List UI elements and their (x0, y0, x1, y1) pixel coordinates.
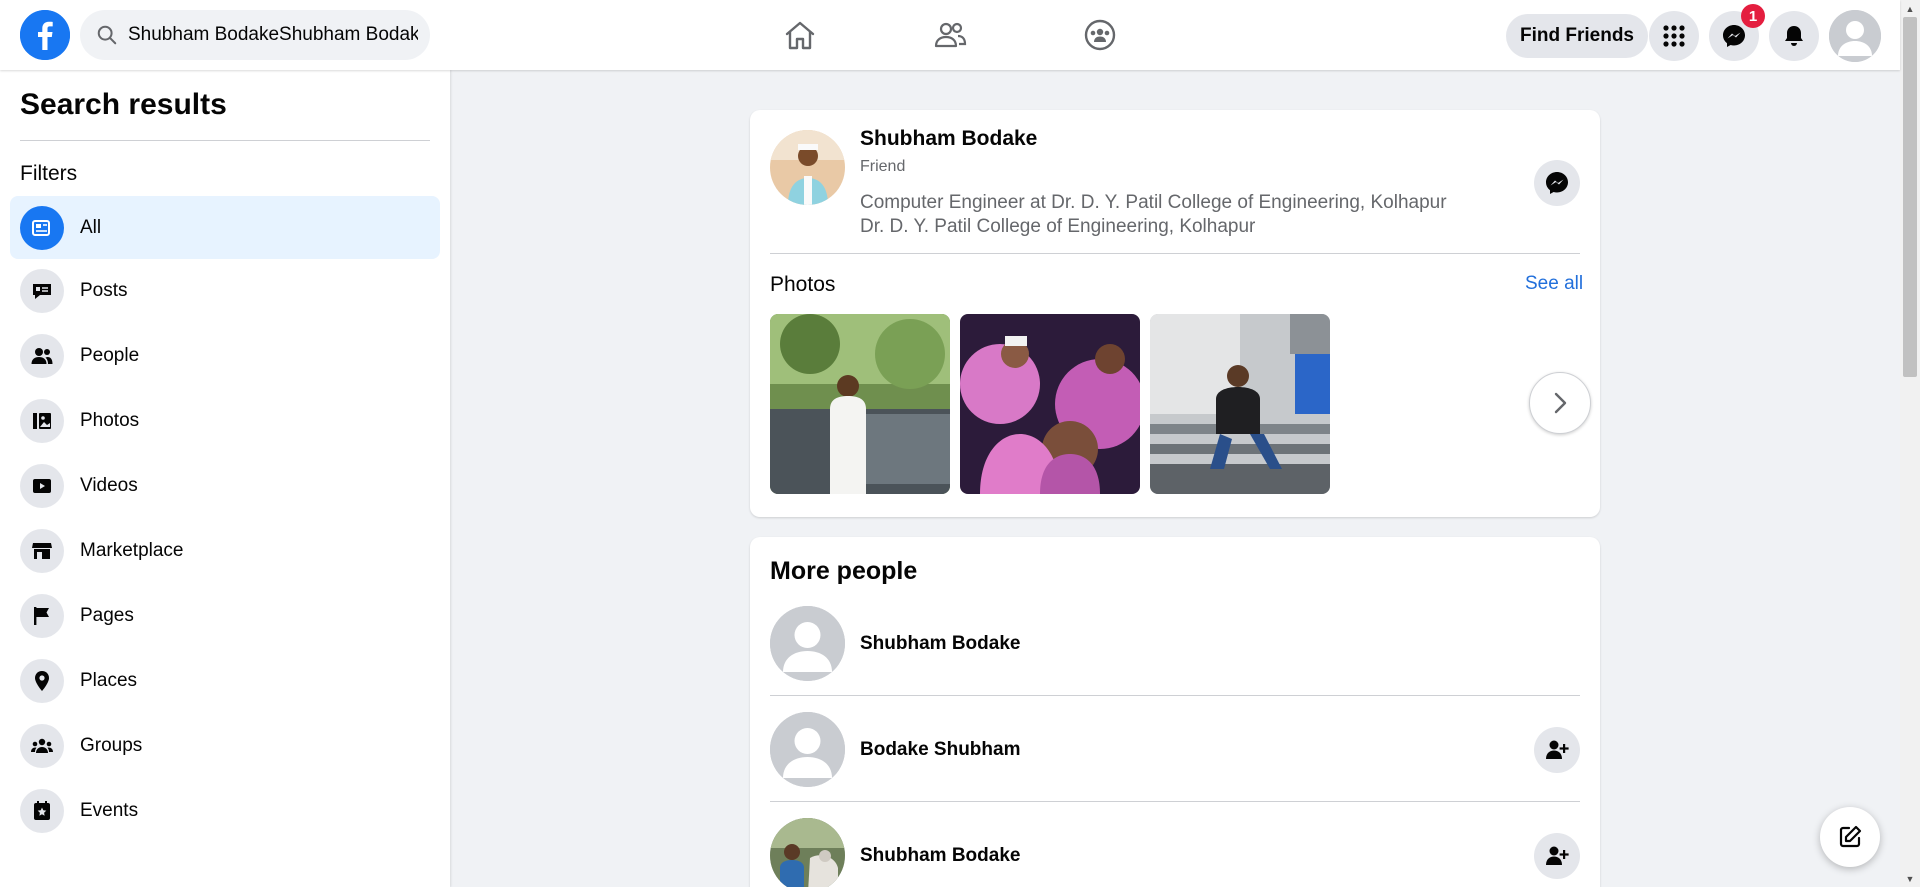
search-bar[interactable] (80, 10, 430, 60)
profile-work: Computer Engineer at Dr. D. Y. Patil Col… (860, 192, 1447, 213)
groups-icon (20, 723, 64, 768)
person-avatar[interactable] (770, 606, 845, 681)
find-friends-button[interactable]: Find Friends (1506, 14, 1648, 58)
photos-section-title: Photos (770, 273, 836, 296)
relationship-label: Friend (860, 158, 906, 175)
filter-label: Groups (80, 734, 143, 756)
compose-icon (1839, 825, 1862, 848)
more-people-title: More people (770, 557, 918, 585)
row-divider (770, 695, 1580, 696)
person-name[interactable]: Shubham Bodake (860, 633, 1020, 655)
sidebar-divider (20, 140, 430, 141)
person-avatar[interactable] (770, 818, 845, 887)
person-result-row[interactable]: Bodake Shubham (770, 712, 1580, 818)
person-result-row[interactable]: Shubham Bodake (770, 818, 1580, 887)
add-friend-button[interactable] (1534, 833, 1580, 879)
default-avatar-icon (770, 712, 845, 787)
scrollbar-thumb[interactable] (1903, 17, 1917, 377)
new-message-button[interactable] (1820, 807, 1880, 867)
filter-label: Places (80, 669, 138, 691)
photo-thumbnail[interactable] (770, 314, 950, 494)
groups-icon[interactable] (1079, 14, 1121, 56)
chevron-right-icon (1554, 392, 1567, 414)
filter-label: Marketplace (80, 539, 184, 561)
people-icon (20, 333, 64, 378)
places-pin-icon (20, 658, 64, 703)
filter-item-videos[interactable]: Videos (10, 454, 440, 517)
scroll-up-arrow-icon[interactable]: ▲ (1900, 0, 1920, 17)
photos-icon (20, 398, 64, 443)
scroll-down-arrow-icon[interactable]: ▼ (1900, 870, 1920, 887)
filter-label: Videos (80, 474, 138, 496)
friends-icon[interactable] (929, 14, 971, 56)
person-name[interactable]: Shubham Bodake (860, 845, 1020, 867)
notifications-icon (1785, 26, 1803, 46)
messenger-notification-badge: 1 (1741, 4, 1765, 28)
search-filters-sidebar: Search results Filters All Posts People … (0, 70, 450, 887)
row-divider (770, 801, 1580, 802)
photo-thumbnail[interactable] (960, 314, 1140, 494)
profile-name[interactable]: Shubham Bodake (860, 127, 1037, 151)
default-avatar-icon (770, 606, 845, 681)
add-friend-button[interactable] (1534, 727, 1580, 773)
filter-label: People (80, 344, 140, 366)
videos-icon (20, 463, 64, 508)
notifications-button[interactable] (1769, 11, 1819, 61)
menu-grid-button[interactable] (1649, 11, 1699, 61)
home-icon[interactable] (779, 14, 821, 56)
more-people-card: More people Shubham Bodake Bodake Shubha… (750, 537, 1600, 887)
filter-item-events[interactable]: Events (10, 779, 440, 842)
filter-label: Photos (80, 409, 140, 431)
add-friend-icon (1546, 846, 1569, 865)
facebook-logo[interactable] (20, 10, 70, 60)
filter-label: Events (80, 799, 139, 821)
filter-item-posts[interactable]: Posts (10, 259, 440, 322)
see-all-link[interactable]: See all (1525, 273, 1583, 295)
pages-flag-icon (20, 593, 64, 638)
filter-item-groups[interactable]: Groups (10, 714, 440, 777)
person-avatar[interactable] (770, 712, 845, 787)
messenger-icon (1723, 25, 1745, 47)
default-avatar-icon (1829, 10, 1881, 62)
filter-item-all[interactable]: All (10, 196, 440, 259)
photo-thumbnail[interactable] (1150, 314, 1330, 494)
add-friend-icon (1546, 740, 1569, 759)
filter-item-pages[interactable]: Pages (10, 584, 440, 647)
all-results-icon (20, 205, 64, 250)
events-icon (20, 788, 64, 833)
top-result-card: Shubham Bodake Friend Computer Engineer … (750, 110, 1600, 517)
search-icon (97, 25, 117, 45)
messenger-icon (1546, 172, 1568, 194)
filters-label: Filters (20, 162, 78, 185)
top-navigation-bar: Find Friends 1 (0, 0, 1900, 70)
account-avatar[interactable] (1829, 10, 1881, 62)
menu-grid-icon (1663, 25, 1685, 47)
filter-item-marketplace[interactable]: Marketplace (10, 519, 440, 582)
card-divider (770, 253, 1580, 254)
person-name[interactable]: Bodake Shubham (860, 739, 1020, 761)
filter-label: Pages (80, 604, 134, 626)
filter-item-places[interactable]: Places (10, 649, 440, 712)
filter-label: Posts (80, 279, 128, 301)
profile-education: Dr. D. Y. Patil College of Engineering, … (860, 216, 1256, 237)
filter-item-people[interactable]: People (10, 324, 440, 387)
page-scrollbar[interactable]: ▲ ▼ (1900, 0, 1920, 887)
message-button[interactable] (1534, 160, 1580, 206)
person-result-row[interactable]: Shubham Bodake (770, 606, 1580, 712)
posts-icon (20, 268, 64, 313)
photos-next-button[interactable] (1529, 372, 1591, 434)
sidebar-title: Search results (20, 88, 227, 121)
filter-item-photos[interactable]: Photos (10, 389, 440, 452)
marketplace-icon (20, 528, 64, 573)
filter-label: All (80, 216, 102, 238)
profile-avatar[interactable] (770, 130, 845, 205)
search-input[interactable] (128, 24, 418, 46)
